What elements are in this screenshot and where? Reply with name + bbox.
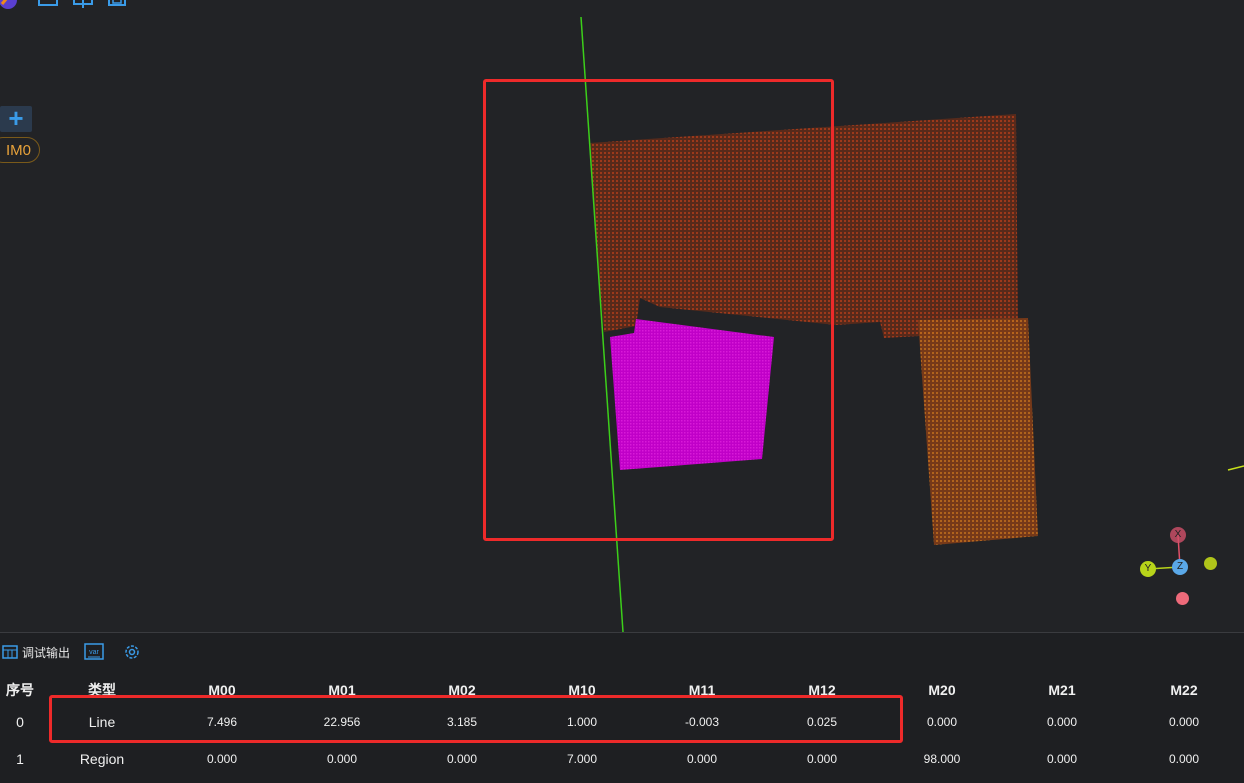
table-cell: 0.000 <box>686 751 718 766</box>
table-cell: 0.000 <box>806 751 838 766</box>
3d-viewport[interactable]: + IM0 X Y Z <box>0 0 1244 632</box>
svg-text:var: var <box>89 649 99 656</box>
row-highlight-box <box>49 695 903 743</box>
column-header: M21 <box>1048 682 1076 698</box>
table-cell: 0.000 <box>446 751 478 766</box>
table-cell: 0.000 <box>1046 751 1078 766</box>
table-cell: 0.000 <box>1168 751 1200 766</box>
gear-icon <box>125 645 139 659</box>
neg-y-axis-icon[interactable] <box>1204 557 1217 570</box>
table-cell: 0.000 <box>1168 714 1200 729</box>
neg-x-axis-icon[interactable] <box>1176 592 1189 605</box>
y-axis-icon[interactable]: Y <box>1140 561 1156 577</box>
table-row[interactable]: 1 Region 0.000 0.000 0.000 7.000 0.000 0… <box>0 740 1244 777</box>
table-cell: 0.000 <box>206 751 238 766</box>
table-icon <box>2 645 18 659</box>
column-header: 序号 <box>6 682 34 698</box>
table-cell: Region <box>79 750 125 767</box>
tab-debug-output[interactable]: 调试输出 <box>2 644 70 661</box>
view-highlight-box <box>483 79 834 541</box>
tab-settings[interactable] <box>122 643 146 661</box>
tab-variables[interactable]: var <box>84 643 108 661</box>
table-cell: 0.000 <box>1046 714 1078 729</box>
z-axis-icon[interactable]: Z <box>1172 559 1188 575</box>
table-cell: 0 <box>16 713 24 730</box>
axis-gizmo[interactable]: X Y Z <box>1130 520 1230 610</box>
x-axis-icon[interactable]: X <box>1170 527 1186 543</box>
point-cloud-lower <box>918 318 1038 545</box>
table-cell: 98.000 <box>923 751 961 766</box>
table-cell: 0.000 <box>326 751 358 766</box>
var-icon: var <box>84 643 104 660</box>
column-header: M22 <box>1170 682 1198 698</box>
tab-debug-output-label: 调试输出 <box>22 645 71 660</box>
panel-tabs: 调试输出 var <box>0 641 160 663</box>
table-cell: 7.000 <box>566 751 598 766</box>
table-cell: 1 <box>16 750 24 767</box>
